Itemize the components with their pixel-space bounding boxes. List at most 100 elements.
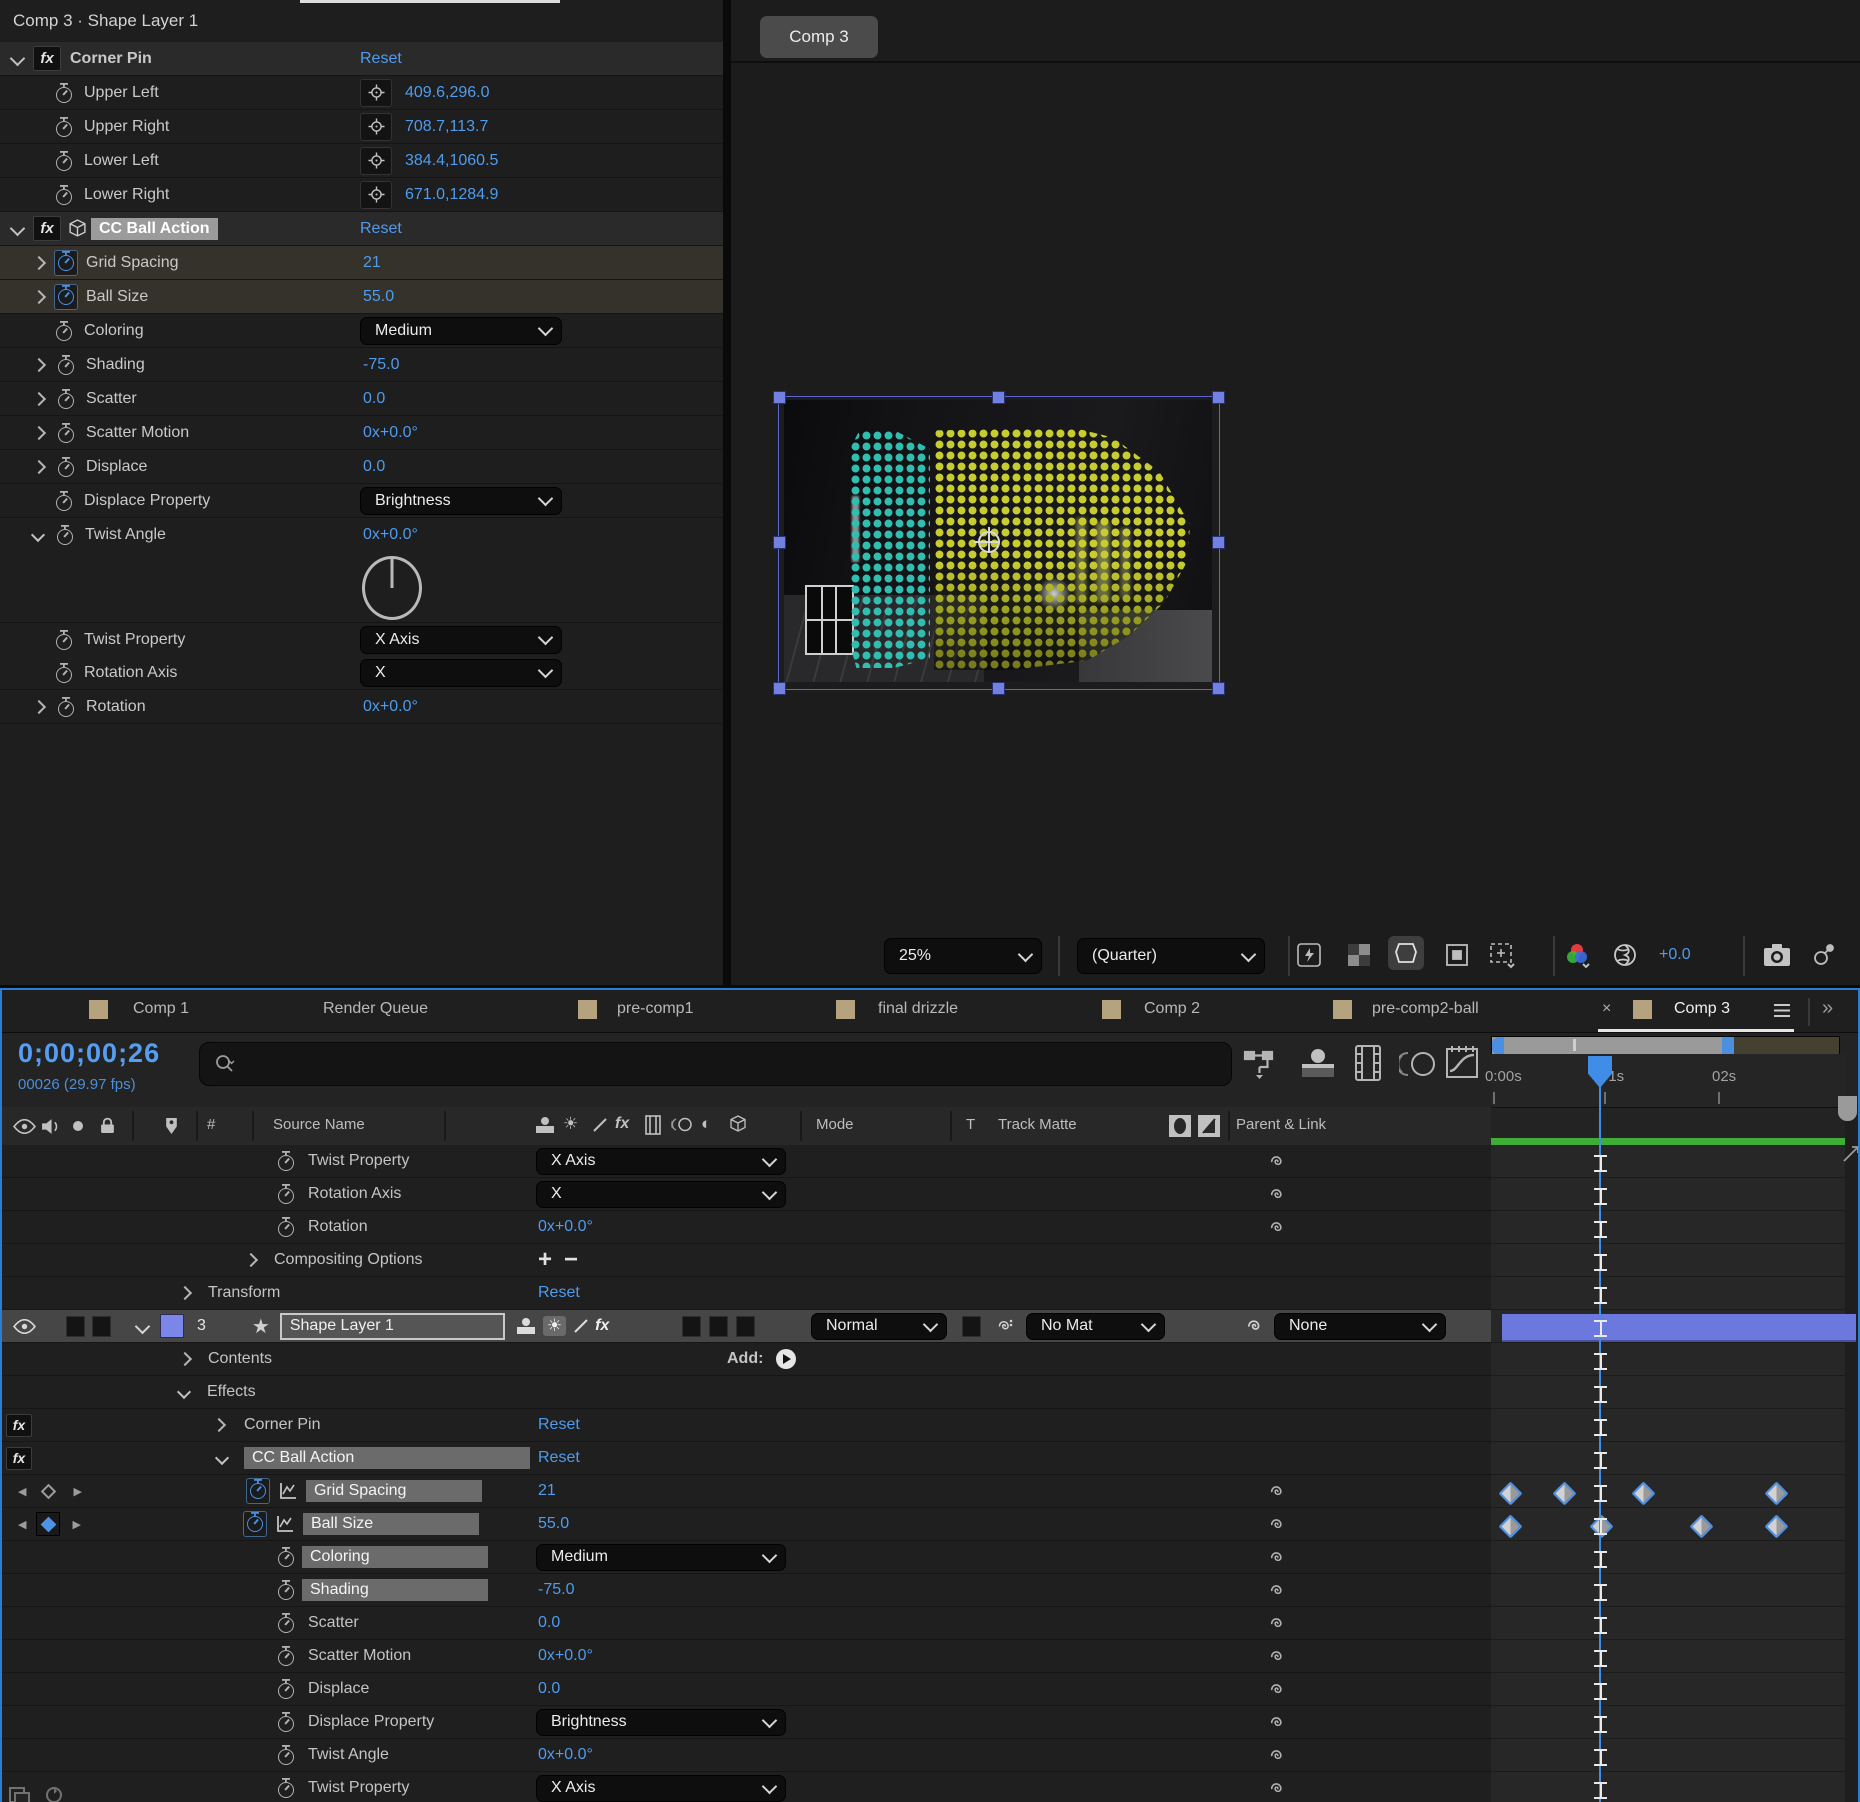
chevron-down-icon[interactable]	[10, 221, 26, 237]
pick-whip-icon[interactable]	[1268, 1681, 1285, 1698]
transparency-grid-icon[interactable]	[1341, 938, 1377, 972]
chevron-right-icon[interactable]	[212, 1418, 226, 1432]
track-matte-dropdown[interactable]: No Mat	[1026, 1313, 1165, 1340]
show-snapshot-icon[interactable]	[1805, 938, 1841, 972]
column-hash[interactable]: #	[207, 1116, 215, 1133]
tab-pre-comp2-ball[interactable]: pre-comp2-ball	[1372, 1000, 1479, 1018]
column-t[interactable]: T	[966, 1116, 975, 1133]
chevron-right-icon[interactable]	[178, 1352, 192, 1366]
pick-whip-icon[interactable]	[1268, 1780, 1285, 1797]
layer-name-field[interactable]: Shape Layer 1	[280, 1313, 505, 1340]
preserve-transparency-box[interactable]	[962, 1316, 981, 1337]
lock-icon[interactable]	[100, 1117, 115, 1134]
chevron-right-icon[interactable]	[178, 1286, 192, 1300]
work-area-start-handle[interactable]	[1492, 1037, 1504, 1055]
panel-menu-icon[interactable]	[1773, 1003, 1791, 1018]
blend-mode-dropdown[interactable]: Normal	[811, 1313, 947, 1340]
anchor-point[interactable]	[978, 531, 1000, 553]
stopwatch-icon[interactable]	[56, 87, 72, 103]
add-compositing-option-button[interactable]: +	[538, 1246, 552, 1274]
selection-handle[interactable]	[992, 682, 1005, 695]
twist-property-dropdown[interactable]: X Axis	[360, 626, 562, 654]
audio-icon[interactable]	[41, 1118, 60, 1135]
rotation-axis-dropdown[interactable]: X	[536, 1181, 786, 1208]
fx-badge-icon[interactable]: fx	[33, 46, 61, 71]
chevron-down-icon[interactable]	[135, 1318, 151, 1334]
reset-link[interactable]: Reset	[538, 1416, 580, 1434]
tab-overflow-icon[interactable]: »	[1822, 997, 1833, 1020]
chevron-down-icon[interactable]	[10, 51, 26, 67]
target-point-button[interactable]	[360, 147, 392, 175]
column-track-matte[interactable]: Track Matte	[998, 1116, 1077, 1133]
stopwatch-icon[interactable]	[58, 701, 74, 717]
stopwatch-enabled-icon[interactable]	[246, 1478, 270, 1504]
property-value[interactable]: -75.0	[363, 356, 399, 374]
work-area-end-handle[interactable]	[1722, 1037, 1734, 1055]
stopwatch-enabled-icon[interactable]	[243, 1511, 267, 1537]
grid-guides-icon[interactable]	[1484, 938, 1520, 972]
stopwatch-icon[interactable]	[278, 1221, 294, 1237]
coloring-dropdown[interactable]: Medium	[536, 1544, 786, 1571]
stopwatch-icon[interactable]	[278, 1551, 294, 1567]
collapse-transformations-icon[interactable]	[591, 1116, 609, 1134]
column-mode[interactable]: Mode	[816, 1116, 854, 1133]
twist-property-dropdown[interactable]: X Axis	[536, 1148, 786, 1175]
target-point-button[interactable]	[360, 79, 392, 107]
pick-whip-icon[interactable]	[1268, 1714, 1285, 1731]
property-value[interactable]: 21	[363, 254, 381, 272]
chevron-right-icon[interactable]	[32, 425, 46, 439]
stopwatch-enabled-icon[interactable]	[54, 250, 78, 276]
stopwatch-icon[interactable]	[278, 1716, 294, 1732]
fx-toggle-icon[interactable]: fx	[595, 1317, 609, 1335]
effect-header-ball-action[interactable]: fx CC Ball Action Reset	[0, 212, 723, 246]
chevron-right-icon[interactable]	[32, 357, 46, 371]
stopwatch-icon[interactable]	[278, 1188, 294, 1204]
comp-marker-bin-icon[interactable]	[1838, 1096, 1857, 1121]
stopwatch-enabled-icon[interactable]	[54, 284, 78, 310]
tab-pre-comp1[interactable]: pre-comp1	[617, 1000, 693, 1018]
preserve-transparency-icon[interactable]	[1168, 1114, 1192, 1138]
tl-row-layer-shape-layer-1[interactable]: 3 ★ Shape Layer 1 ☀ fx Normal No Mat Non…	[0, 1310, 1491, 1343]
displace-property-dropdown[interactable]: Brightness	[360, 487, 562, 515]
mini-flowchart-icon[interactable]	[1243, 1048, 1279, 1080]
stopwatch-icon[interactable]	[278, 1683, 294, 1699]
channel-color-icon[interactable]	[1559, 938, 1595, 972]
prev-keyframe-icon[interactable]: ◀	[18, 1485, 26, 1498]
3d-layer-icon[interactable]	[729, 1115, 747, 1133]
matte-toggle-icon[interactable]	[1197, 1114, 1221, 1138]
motion-blur-box[interactable]	[709, 1316, 728, 1337]
property-value[interactable]: 0x+0.0°	[363, 698, 418, 716]
tab-final-drizzle[interactable]: final drizzle	[878, 1000, 958, 1018]
render-toggle-icon[interactable]	[8, 1786, 30, 1802]
motion-blur-icon[interactable]	[1399, 1048, 1437, 1080]
pick-whip-icon[interactable]	[1268, 1549, 1285, 1566]
stopwatch-icon[interactable]	[278, 1584, 294, 1600]
property-value[interactable]: 55.0	[363, 288, 394, 306]
stopwatch-icon[interactable]	[56, 667, 72, 683]
pick-whip-icon[interactable]	[1268, 1747, 1285, 1764]
reset-link[interactable]: Reset	[538, 1284, 580, 1302]
property-value[interactable]: 0x+0.0°	[363, 526, 418, 544]
panel-divider[interactable]	[723, 0, 731, 985]
selection-handle[interactable]	[773, 682, 786, 695]
chevron-right-icon[interactable]	[32, 459, 46, 473]
frame-blend-column-icon[interactable]	[645, 1115, 661, 1135]
stopwatch-icon[interactable]	[57, 529, 73, 545]
reset-link[interactable]: Reset	[538, 1449, 580, 1467]
eye-icon[interactable]	[13, 1319, 36, 1334]
exposure-shutter-icon[interactable]	[1607, 938, 1643, 972]
displace-property-dropdown[interactable]: Brightness	[536, 1709, 786, 1736]
fx-badge-icon[interactable]: fx	[6, 1447, 32, 1470]
effects-toggle-icon[interactable]: ☀	[543, 1316, 566, 1336]
target-point-button[interactable]	[360, 181, 392, 209]
exposure-value[interactable]: +0.0	[1659, 946, 1691, 964]
viewer-tab-comp3[interactable]: Comp 3	[760, 16, 878, 58]
shy-toggle-icon[interactable]	[515, 1317, 537, 1335]
coloring-dropdown[interactable]: Medium	[360, 317, 562, 345]
pick-whip-icon[interactable]	[1268, 1153, 1285, 1170]
tab-render-queue[interactable]: Render Queue	[323, 1000, 428, 1018]
layer-color-chip[interactable]	[160, 1314, 184, 1338]
tab-comp1[interactable]: Comp 1	[133, 1000, 189, 1018]
property-value[interactable]: 708.7,113.7	[405, 118, 488, 136]
stopwatch-icon[interactable]	[278, 1650, 294, 1666]
